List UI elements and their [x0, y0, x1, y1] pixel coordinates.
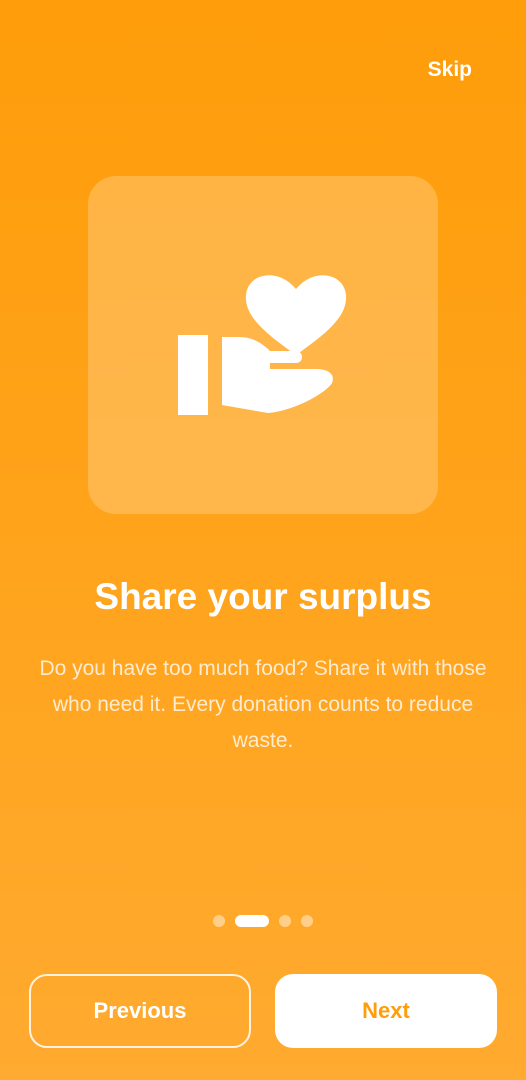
- hand-holding-heart-icon: [178, 275, 347, 415]
- pagination-dot[interactable]: [279, 915, 291, 927]
- pagination-dot-active[interactable]: [235, 915, 269, 927]
- previous-button[interactable]: Previous: [29, 974, 251, 1048]
- hero-illustration-card: [88, 176, 438, 514]
- pagination-dot[interactable]: [213, 915, 225, 927]
- page-description: Do you have too much food? Share it with…: [39, 657, 487, 752]
- pagination-dots: [0, 915, 526, 927]
- page-title: Share your surplus: [94, 576, 432, 617]
- pagination-dot[interactable]: [301, 915, 313, 927]
- next-button[interactable]: Next: [275, 974, 497, 1048]
- skip-button[interactable]: Skip: [428, 56, 472, 84]
